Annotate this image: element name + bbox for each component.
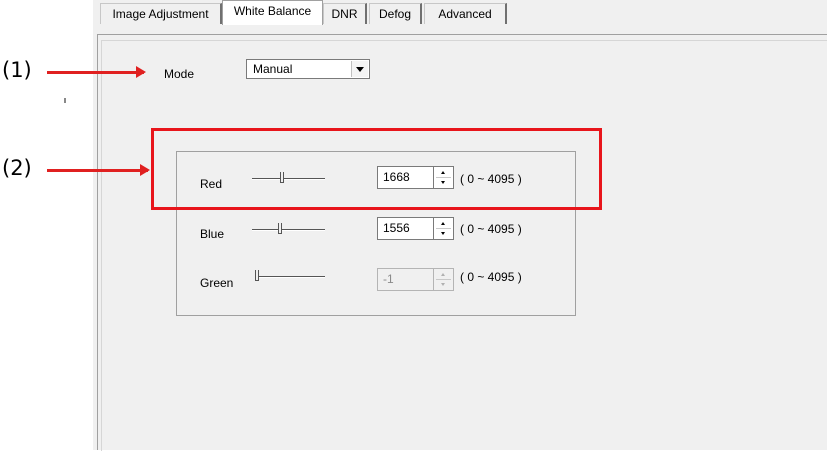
spin-up-icon[interactable]	[436, 219, 451, 229]
blue-value-input[interactable]: 1556	[377, 217, 433, 240]
tab-defog[interactable]: Defog	[369, 3, 422, 24]
tab-white-balance[interactable]: White Balance	[222, 0, 323, 25]
red-row-highlight-box	[151, 128, 602, 210]
chevron-down-icon[interactable]	[351, 61, 368, 77]
green-spin-buttons	[433, 268, 454, 291]
spin-up-icon[interactable]	[436, 270, 451, 280]
callout-1-arrow-icon	[47, 66, 146, 78]
blue-slider[interactable]	[252, 221, 325, 241]
spin-down-icon[interactable]	[436, 280, 451, 289]
mode-label: Mode	[164, 67, 195, 81]
green-range-label: ( 0 ~ 4095 )	[460, 270, 522, 284]
slider-thumb[interactable]	[255, 270, 259, 281]
divider-tick	[64, 98, 66, 103]
blue-range-label: ( 0 ~ 4095 )	[460, 222, 522, 236]
tab-advanced[interactable]: Advanced	[424, 3, 507, 24]
tab-dnr[interactable]: DNR	[323, 3, 367, 24]
blue-spin-buttons	[433, 217, 454, 240]
callout-2-arrow-icon	[47, 164, 150, 176]
tab-label: Defog	[378, 7, 412, 21]
green-spin-edit: -1	[377, 268, 454, 291]
mode-dropdown[interactable]: Manual	[246, 59, 370, 79]
tab-label: Image Adjustment	[112, 7, 209, 21]
slider-track	[255, 276, 325, 278]
green-slider[interactable]	[255, 268, 325, 288]
green-label: Green	[200, 276, 234, 290]
blue-spin-edit: 1556	[377, 217, 454, 240]
tab-label: White Balance	[233, 4, 312, 18]
tab-label: Advanced	[438, 7, 492, 21]
green-value-input[interactable]: -1	[377, 268, 433, 291]
slider-track	[252, 229, 325, 231]
mode-selected-value: Manual	[253, 62, 293, 76]
tab-image-adjustment[interactable]: Image Adjustment	[100, 3, 222, 24]
spin-down-icon[interactable]	[436, 229, 451, 238]
callout-2-label: (2)	[2, 156, 32, 180]
slider-thumb[interactable]	[278, 223, 282, 234]
callout-1-label: (1)	[2, 58, 32, 82]
blue-label: Blue	[200, 227, 225, 241]
tab-label: DNR	[331, 7, 358, 21]
